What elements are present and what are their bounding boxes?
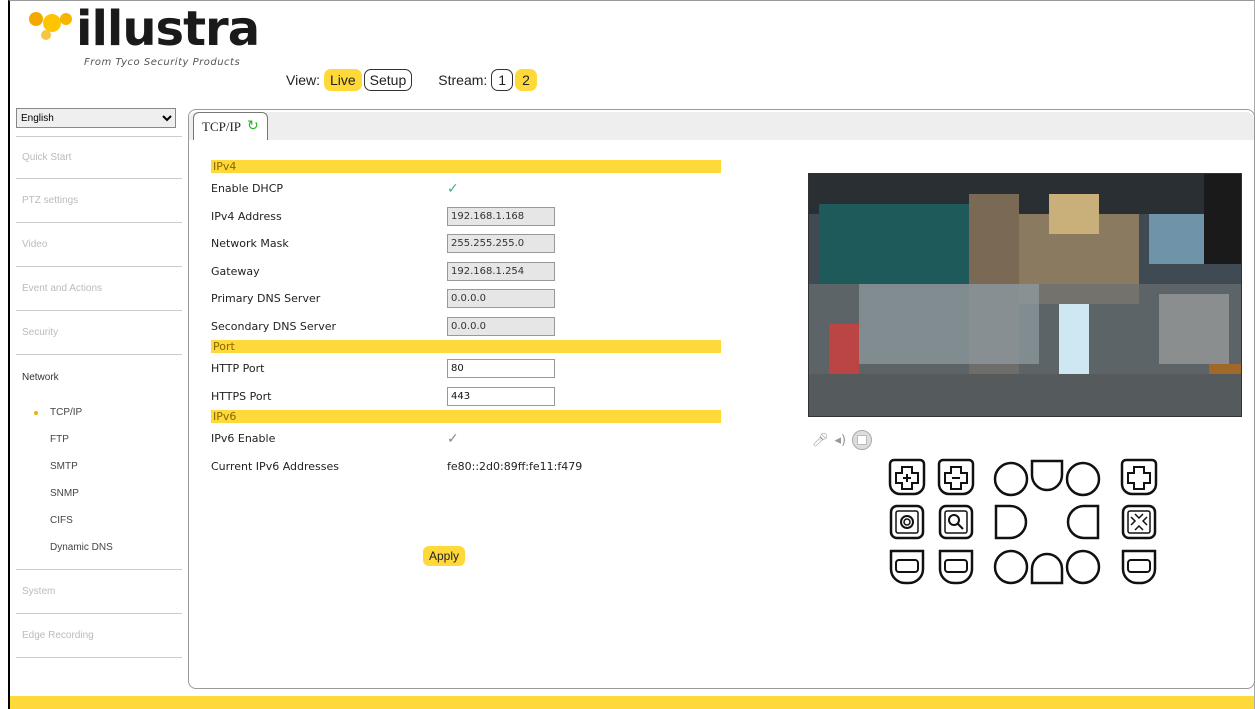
sidebar-item-dynamic-dns[interactable]: Dynamic DNS (16, 534, 182, 561)
network-mask-input[interactable] (447, 234, 555, 254)
https-port-label: HTTPS Port (211, 389, 272, 403)
view-stream-bar: View: Live Setup Stream: 1 2 (286, 69, 537, 91)
ipv4-address-row: IPv4 Address (211, 203, 731, 231)
sidebar-item-edge-recording[interactable]: Edge Recording (16, 614, 182, 658)
gateway-input[interactable] (447, 261, 555, 281)
zoom-in-icon[interactable] (888, 458, 926, 496)
ptz-right-icon[interactable] (1064, 503, 1102, 541)
http-port-input[interactable] (447, 359, 555, 379)
stop-icon[interactable] (852, 430, 873, 450)
ptz-left-icon[interactable] (992, 503, 1030, 541)
speaker-icon[interactable]: ◂) (835, 433, 847, 448)
content-panel: TCP/IP ↻ IPv4 Enable DHCP ✓ IPv4 Address… (188, 109, 1255, 689)
ptz-control-pad (888, 458, 1168, 586)
view-live-button[interactable]: Live (323, 69, 362, 91)
sidebar-item-quick-start[interactable]: Quick Start (16, 136, 182, 179)
sidebar-item-tcpip[interactable]: TCP/IP (16, 399, 182, 426)
ptz-up-icon[interactable] (1028, 458, 1066, 496)
ipv6-enable-checkbox[interactable]: ✓ (447, 431, 459, 447)
primary-dns-row: Primary DNS Server (211, 285, 731, 313)
iris-icon[interactable] (888, 503, 926, 541)
zoom-out-icon[interactable] (937, 458, 975, 496)
sidebar-item-network[interactable]: Network (16, 355, 182, 399)
enable-dhcp-checkbox[interactable]: ✓ (447, 181, 459, 197)
network-mask-label: Network Mask (211, 237, 289, 251)
ptz-down-icon[interactable] (1028, 548, 1066, 586)
stream-label: Stream: (438, 72, 488, 88)
ipv6-enable-label: IPv6 Enable (211, 432, 276, 446)
ptz-upleft-icon[interactable] (992, 460, 1030, 498)
secondary-dns-label: Secondary DNS Server (211, 319, 337, 333)
tab-label: TCP/IP (202, 118, 242, 134)
preset-icon[interactable] (1120, 548, 1158, 586)
tab-bar: TCP/IP ↻ (189, 112, 1254, 140)
stream-1-button[interactable]: 1 (491, 69, 514, 91)
refresh-icon[interactable]: ↻ (247, 118, 259, 135)
ptz-downright-icon[interactable] (1064, 548, 1102, 586)
video-frame-image (809, 174, 1241, 416)
language-selector-wrap: English (16, 108, 182, 128)
ptz-downleft-icon[interactable] (992, 548, 1030, 586)
https-port-row: HTTPS Port (211, 383, 731, 411)
ipv4-address-label: IPv4 Address (211, 209, 282, 223)
primary-dns-label: Primary DNS Server (211, 292, 321, 306)
enable-dhcp-label: Enable DHCP (211, 182, 284, 196)
header: illustra From Tyco Security Products Vie… (10, 1, 1254, 101)
https-port-input[interactable] (447, 386, 555, 406)
focus-icon[interactable] (937, 503, 975, 541)
ipv4-address-input[interactable] (447, 206, 555, 226)
primary-dns-input[interactable] (447, 289, 555, 309)
sidebar-item-ftp[interactable]: FTP (16, 426, 182, 453)
ipv6-enable-row: IPv6 Enable ✓ (211, 425, 731, 453)
current-ipv6-value: fe80::2d0:89ff:fe11:f479 (447, 459, 583, 473)
brand-name: illustra (76, 1, 260, 57)
focus-near-icon[interactable] (1120, 458, 1158, 496)
tcpip-form: IPv4 Enable DHCP ✓ IPv4 Address Network … (211, 160, 731, 566)
language-select[interactable]: English (16, 108, 176, 128)
http-port-label: HTTP Port (211, 362, 265, 376)
tab-tcpip[interactable]: TCP/IP ↻ (193, 112, 268, 140)
view-setup-button[interactable]: Setup (363, 69, 413, 91)
live-video-preview[interactable] (808, 173, 1242, 417)
footer-bar (10, 696, 1254, 709)
logo-mark-icon (29, 12, 72, 40)
gateway-label: Gateway (211, 264, 260, 278)
video-controls: 🎤︎ ◂) (812, 430, 873, 450)
sidebar-item-cifs[interactable]: CIFS (16, 507, 182, 534)
sidebar-item-ptz-settings[interactable]: PTZ settings (16, 179, 182, 223)
secondary-dns-input[interactable] (447, 316, 555, 336)
ipv4-section-header: IPv4 (211, 160, 721, 173)
brand-logo: illustra From Tyco Security Products (24, 1, 264, 73)
gateway-row: Gateway (211, 258, 731, 286)
sidebar-item-system[interactable]: System (16, 570, 182, 614)
iris-close-icon[interactable] (937, 548, 975, 586)
current-ipv6-row: Current IPv6 Addresses fe80::2d0:89ff:fe… (211, 453, 731, 481)
sidebar-item-event-actions[interactable]: Event and Actions (16, 267, 182, 311)
sidebar-item-security[interactable]: Security (16, 311, 182, 355)
secondary-dns-row: Secondary DNS Server (211, 313, 731, 341)
brand-tagline: From Tyco Security Products (84, 57, 241, 68)
sidebar-item-smtp[interactable]: SMTP (16, 453, 182, 480)
sidebar-item-video[interactable]: Video (16, 223, 182, 267)
microphone-icon[interactable]: 🎤︎ (812, 433, 829, 448)
auto-focus-icon[interactable] (1120, 503, 1158, 541)
sidebar: English Quick Start PTZ settings Video E… (10, 108, 186, 658)
current-ipv6-label: Current IPv6 Addresses (211, 459, 339, 473)
view-label: View: (286, 72, 320, 88)
stream-2-button[interactable]: 2 (515, 69, 537, 91)
iris-open-icon[interactable] (888, 548, 926, 586)
http-port-row: HTTP Port (211, 355, 731, 383)
ptz-upright-icon[interactable] (1064, 460, 1102, 498)
apply-button[interactable]: Apply (423, 546, 466, 566)
app-frame: illustra From Tyco Security Products Vie… (8, 0, 1255, 709)
sidebar-network-group: Network TCP/IP FTP SMTP SNMP CIFS Dynami… (16, 355, 182, 570)
enable-dhcp-row: Enable DHCP ✓ (211, 175, 731, 203)
ipv6-section-header: IPv6 (211, 410, 721, 423)
sidebar-item-snmp[interactable]: SNMP (16, 480, 182, 507)
network-mask-row: Network Mask (211, 230, 731, 258)
port-section-header: Port (211, 340, 721, 353)
